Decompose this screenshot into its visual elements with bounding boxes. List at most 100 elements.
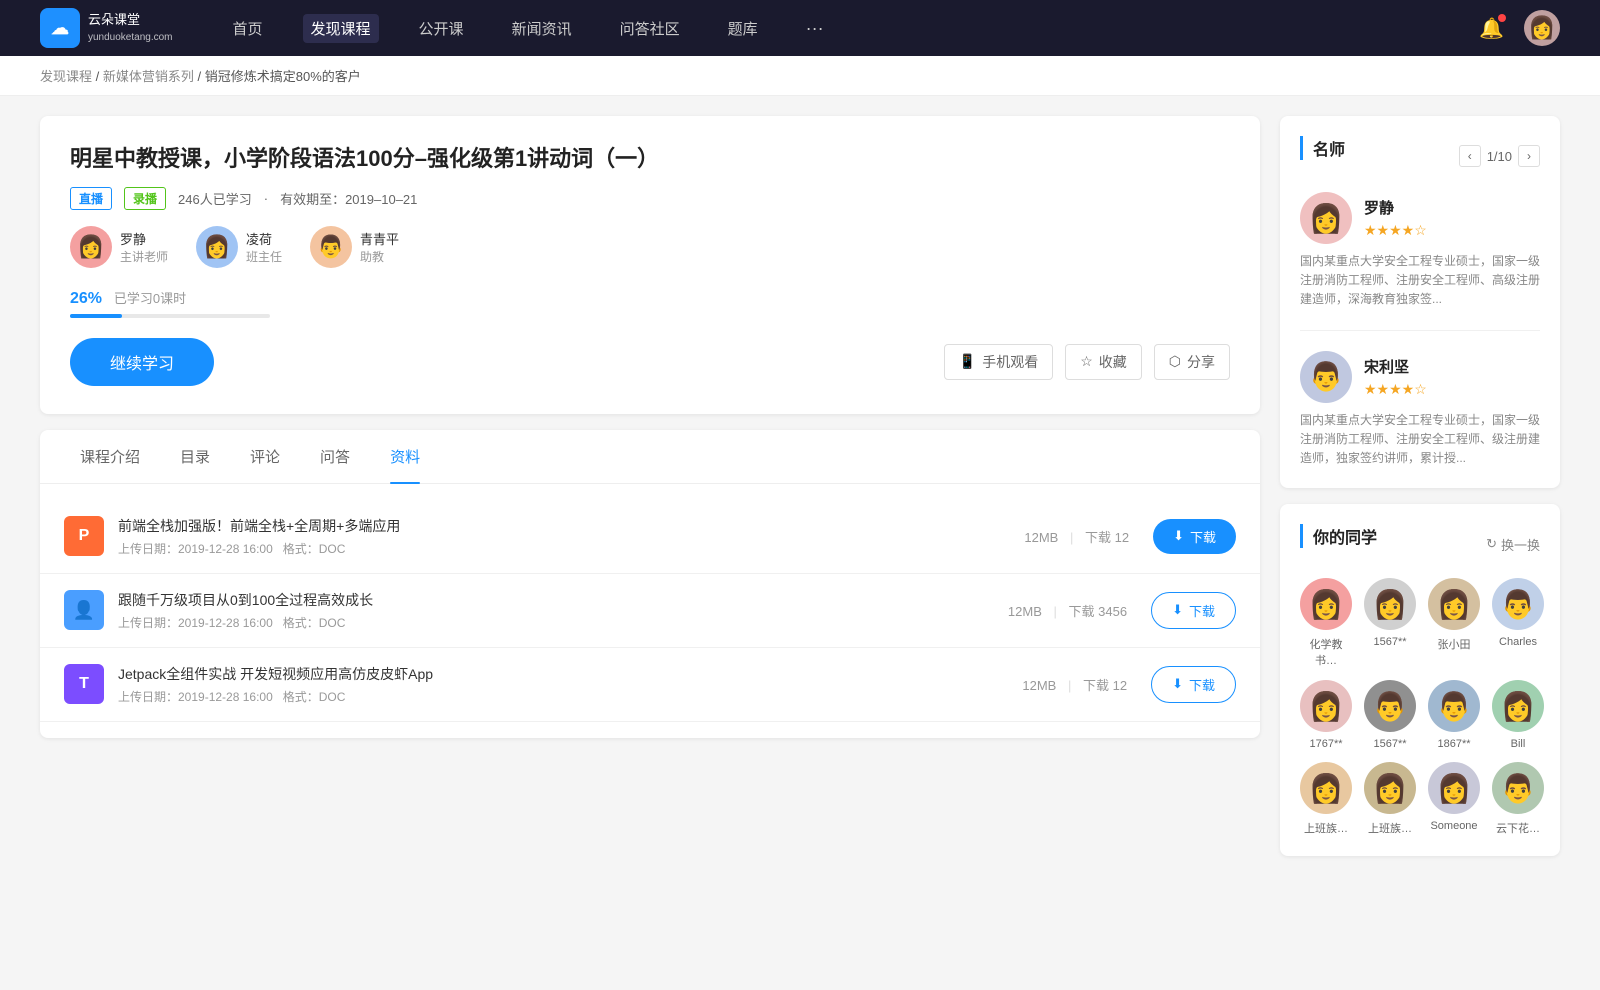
course-meta: 直播 录播 246人已学习 · 有效期至：2019–10–21 (70, 187, 1230, 210)
classmates-card: 你的同学 ↻ 换一换 👩 化学教书… 👩 1567** 👩 张小田 (1280, 504, 1560, 856)
teachers-sidebar-header: 名师 ‹ 1/10 › (1300, 136, 1540, 176)
teacher-2-avatar: 👩 (196, 226, 238, 268)
classmate-1-avatar[interactable]: 👩 (1300, 578, 1352, 630)
classmate-12-name: 云下花… (1496, 820, 1540, 836)
classmate-6-avatar[interactable]: 👨 (1364, 680, 1416, 732)
bell-icon[interactable]: 🔔 (1479, 16, 1504, 41)
share-button[interactable]: ⬡ 分享 (1154, 344, 1230, 380)
resource-title-2: 跟随千万级项目从0到100全过程高效成长 (118, 590, 1008, 610)
resource-title-3: Jetpack全组件实战 开发短视频应用高仿皮皮虾App (118, 664, 1022, 684)
classmate-9-avatar[interactable]: 👩 (1300, 762, 1352, 814)
classmate-10-avatar[interactable]: 👩 (1364, 762, 1416, 814)
nav-home[interactable]: 首页 (225, 14, 271, 43)
teacher-sidebar-1-stars: ★★★★☆ (1364, 222, 1427, 239)
classmate-4-avatar[interactable]: 👨 (1492, 578, 1544, 630)
tab-qa[interactable]: 问答 (300, 430, 370, 483)
classmate-12-avatar[interactable]: 👨 (1492, 762, 1544, 814)
tab-intro[interactable]: 课程介绍 (60, 430, 160, 483)
classmate-5-name: 1767** (1309, 738, 1342, 750)
logo[interactable]: ☁ 云朵课堂yunduoketang.com (40, 8, 173, 48)
collect-button[interactable]: ☆ 收藏 (1065, 344, 1142, 380)
teacher-sidebar-1-header: 👩 罗静 ★★★★☆ (1300, 192, 1540, 244)
resource-stats-1: 12MB | 下载 12 (1024, 527, 1129, 546)
teacher-sidebar-2-info: 宋利坚 ★★★★☆ (1364, 356, 1427, 398)
breadcrumb-series[interactable]: 新媒体营销系列 (103, 69, 194, 84)
mobile-icon: 📱 (959, 353, 976, 370)
course-title: 明星中教授课，小学阶段语法100分–强化级第1讲动词（一） (70, 144, 1230, 175)
teacher-2-name: 凌荷 (246, 229, 282, 248)
student-count: 246人已学习 (178, 189, 252, 208)
classmate-10: 👩 上班族… (1364, 762, 1416, 836)
user-avatar-nav[interactable]: 👩 (1524, 10, 1560, 46)
teacher-3: 👨 青青平 助教 (310, 226, 399, 268)
classmate-5-avatar[interactable]: 👩 (1300, 680, 1352, 732)
resource-meta-1: 上传日期：2019-12-28 16:00 格式：DOC (118, 540, 1024, 557)
teacher-1-avatar: 👩 (70, 226, 112, 268)
classmate-1: 👩 化学教书… (1300, 578, 1352, 668)
teachers-list: 👩 罗静 主讲老师 👩 凌荷 班主任 (70, 226, 1230, 268)
nav-open[interactable]: 公开课 (411, 14, 472, 43)
tabs-content: P 前端全栈加强版！前端全栈+全周期+多端应用 上传日期：2019-12-28 … (40, 484, 1260, 738)
teachers-next-btn[interactable]: › (1518, 145, 1540, 167)
classmate-8: 👩 Bill (1492, 680, 1544, 750)
classmate-11-avatar[interactable]: 👩 (1428, 762, 1480, 814)
classmate-7-avatar[interactable]: 👨 (1428, 680, 1480, 732)
resource-icon-3: T (64, 664, 104, 704)
teachers-prev-btn[interactable]: ‹ (1459, 145, 1481, 167)
breadcrumb-discover[interactable]: 发现课程 (40, 69, 92, 84)
nav-quiz[interactable]: 题库 (720, 14, 766, 43)
teacher-sidebar-1-info: 罗静 ★★★★☆ (1364, 197, 1427, 239)
refresh-button[interactable]: ↻ 换一换 (1486, 535, 1540, 554)
teacher-3-info: 青青平 助教 (360, 229, 399, 265)
share-icon: ⬡ (1169, 353, 1181, 370)
valid-until: 有效期至：2019–10–21 (280, 189, 417, 208)
teacher-1-info: 罗静 主讲老师 (120, 229, 168, 265)
continue-button[interactable]: 继续学习 (70, 338, 214, 386)
course-actions: 继续学习 📱 手机观看 ☆ 收藏 ⬡ 分享 (70, 338, 1230, 386)
badge-rec: 录播 (124, 187, 166, 210)
breadcrumb-current: 销冠修炼术搞定80%的客户 (205, 69, 361, 84)
tab-catalog[interactable]: 目录 (160, 430, 230, 483)
resource-item-2: 👤 跟随千万级项目从0到100全过程高效成长 上传日期：2019-12-28 1… (40, 574, 1260, 648)
classmate-3: 👩 张小田 (1428, 578, 1480, 668)
download-button-1[interactable]: ⬇ 下载 (1153, 519, 1236, 554)
logo-text: 云朵课堂yunduoketang.com (88, 12, 173, 44)
teacher-sidebar-1-name: 罗静 (1364, 197, 1427, 218)
teacher-1-name: 罗静 (120, 229, 168, 248)
classmate-2-name: 1567** (1373, 636, 1406, 648)
classmate-6: 👨 1567** (1364, 680, 1416, 750)
teacher-3-role: 助教 (360, 248, 399, 265)
nav-discover[interactable]: 发现课程 (303, 14, 379, 43)
star-icon: ☆ (1080, 353, 1093, 370)
nav-qa[interactable]: 问答社区 (612, 14, 688, 43)
classmates-title: 你的同学 (1300, 524, 1377, 548)
classmate-4-name: Charles (1499, 636, 1537, 648)
progress-bar-bg (70, 314, 270, 318)
teacher-1: 👩 罗静 主讲老师 (70, 226, 168, 268)
collect-label: 收藏 (1099, 352, 1127, 372)
resource-title-1: 前端全栈加强版！前端全栈+全周期+多端应用 (118, 516, 1024, 536)
classmate-8-name: Bill (1511, 738, 1526, 750)
teacher-2-role: 班主任 (246, 248, 282, 265)
logo-icon: ☁ (40, 8, 80, 48)
watch-mobile-button[interactable]: 📱 手机观看 (944, 344, 1053, 380)
classmate-8-avatar[interactable]: 👩 (1492, 680, 1544, 732)
tabs-card: 课程介绍 目录 评论 问答 资料 P 前端全栈加强版！前端全栈+全周期+多端应用… (40, 430, 1260, 738)
download-icon-3: ⬇ (1172, 676, 1183, 692)
teachers-pagination: ‹ 1/10 › (1459, 145, 1540, 167)
classmate-11: 👩 Someone (1428, 762, 1480, 836)
download-button-2[interactable]: ⬇ 下载 (1151, 592, 1236, 629)
nav-news[interactable]: 新闻资讯 (504, 14, 580, 43)
classmates-grid: 👩 化学教书… 👩 1567** 👩 张小田 👨 Charles 👩 (1300, 578, 1540, 836)
tab-review[interactable]: 评论 (230, 430, 300, 483)
download-button-3[interactable]: ⬇ 下载 (1151, 666, 1236, 703)
nav-more[interactable]: ··· (798, 14, 832, 43)
classmate-9-name: 上班族… (1304, 820, 1348, 836)
refresh-icon: ↻ (1486, 536, 1497, 552)
download-icon-2: ⬇ (1172, 602, 1183, 618)
classmate-3-avatar[interactable]: 👩 (1428, 578, 1480, 630)
resource-stats-2: 12MB | 下载 3456 (1008, 601, 1127, 620)
classmate-2-avatar[interactable]: 👩 (1364, 578, 1416, 630)
tab-resources[interactable]: 资料 (370, 430, 440, 483)
teacher-sidebar-1-avatar: 👩 (1300, 192, 1352, 244)
